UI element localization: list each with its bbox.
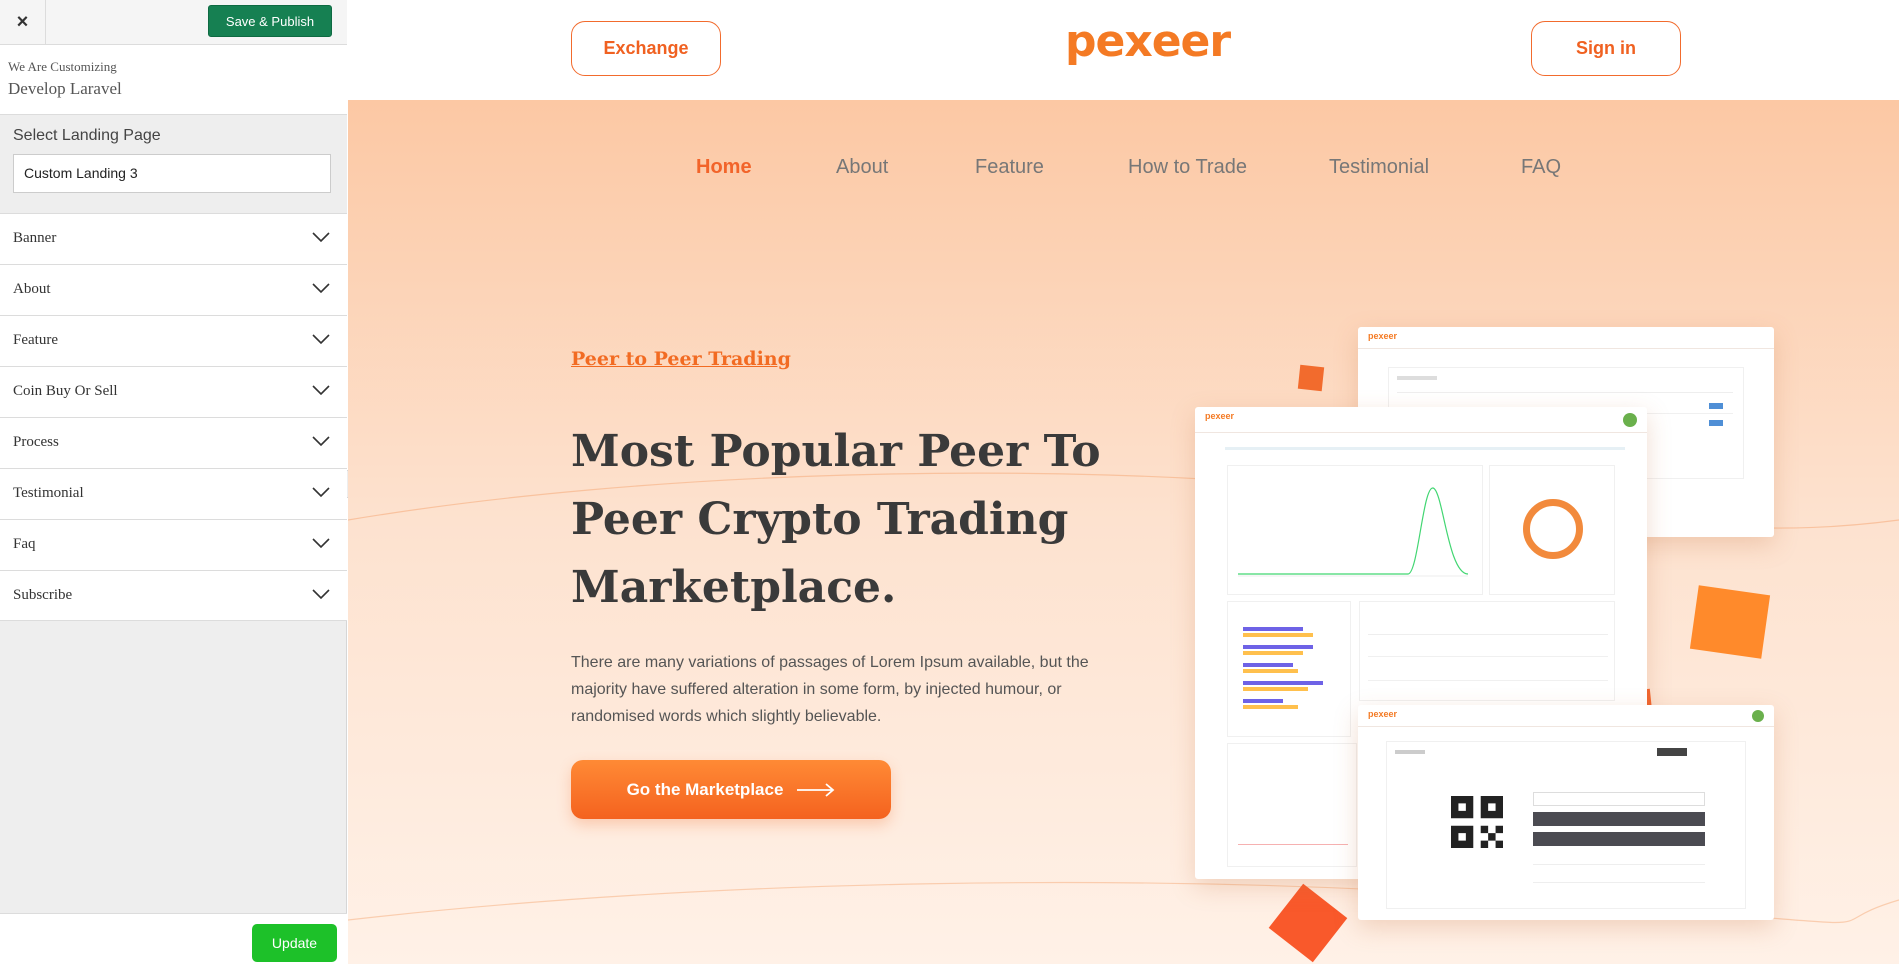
chevron-down-icon: [312, 487, 330, 498]
landing-page-select[interactable]: Custom Landing 3: [13, 154, 331, 193]
save-publish-button[interactable]: Save & Publish: [208, 5, 332, 37]
chevron-down-icon: [312, 538, 330, 549]
chevron-down-icon: [312, 283, 330, 294]
cta-label: Go the Marketplace: [626, 779, 784, 799]
section-label: Coin Buy Or Sell: [13, 383, 118, 399]
nav-faq[interactable]: FAQ: [1521, 156, 1561, 179]
landing-select-section: Select Landing Page Custom Landing 3: [0, 115, 347, 214]
hero-tag-link[interactable]: Peer to Peer Trading: [571, 348, 791, 370]
mockup-wallet: pexeer: [1358, 705, 1774, 920]
section-process[interactable]: Process: [0, 417, 347, 468]
section-feature[interactable]: Feature: [0, 315, 347, 366]
site-preview: Exchange pexeer Sign in Home About Featu…: [348, 0, 1899, 964]
site-header: Exchange pexeer Sign in: [348, 0, 1899, 100]
qr-code-icon: [1451, 796, 1503, 848]
section-label: Subscribe: [13, 587, 73, 603]
nav-home[interactable]: Home: [696, 156, 752, 179]
arrow-right-icon: [797, 782, 835, 797]
section-testimonial[interactable]: Testimonial: [0, 468, 347, 519]
section-label: About: [13, 281, 51, 297]
select-landing-label: Select Landing Page: [13, 127, 161, 144]
mockup-logo: pexeer: [1368, 331, 1398, 341]
nav-how-to-trade[interactable]: How to Trade: [1128, 156, 1247, 179]
section-about[interactable]: About: [0, 264, 347, 315]
pexeer-logo[interactable]: pexeer: [1065, 20, 1231, 64]
customizer-info: We Are Customizing Develop Laravel: [0, 45, 347, 115]
section-faq[interactable]: Faq: [0, 519, 347, 570]
mockup-logo: pexeer: [1368, 709, 1398, 719]
hero-title: Most Popular Peer To Peer Crypto Trading…: [571, 426, 1101, 613]
section-label: Feature: [13, 332, 58, 348]
chevron-down-icon: [312, 232, 330, 243]
mockup-logo: pexeer: [1205, 411, 1235, 421]
section-subscribe[interactable]: Subscribe: [0, 570, 347, 621]
nav-testimonial[interactable]: Testimonial: [1329, 156, 1429, 179]
chevron-down-icon: [312, 385, 330, 396]
section-label: Process: [13, 434, 59, 450]
chevron-down-icon: [312, 334, 330, 345]
nav-feature[interactable]: Feature: [975, 156, 1044, 179]
section-label: Testimonial: [13, 485, 84, 501]
customizer-footer: Update: [0, 913, 347, 964]
decor-square: [1297, 364, 1325, 392]
decor-square: [1689, 585, 1771, 659]
close-icon[interactable]: ×: [0, 0, 46, 45]
main-nav: Home About Feature How to Trade Testimon…: [348, 156, 1899, 186]
hero-description: There are many variations of passages of…: [571, 654, 1089, 725]
chevron-down-icon: [312, 436, 330, 447]
section-coin-buy-or-sell[interactable]: Coin Buy Or Sell: [0, 366, 347, 417]
site-name: Develop Laravel: [8, 79, 122, 98]
section-banner[interactable]: Banner: [0, 213, 347, 264]
exchange-button[interactable]: Exchange: [571, 21, 721, 76]
nav-about[interactable]: About: [836, 156, 888, 179]
update-button[interactable]: Update: [252, 924, 337, 962]
section-label: Faq: [13, 536, 36, 552]
customizer-topbar: × Save & Publish: [0, 0, 347, 45]
chevron-down-icon: [312, 589, 330, 600]
marketplace-cta-button[interactable]: Go the Marketplace: [571, 760, 891, 819]
customizing-label: We Are Customizing: [8, 59, 117, 74]
section-label: Banner: [13, 230, 57, 246]
signin-button[interactable]: Sign in: [1531, 21, 1681, 76]
customizer-sidebar: × Save & Publish We Are Customizing Deve…: [0, 0, 347, 964]
